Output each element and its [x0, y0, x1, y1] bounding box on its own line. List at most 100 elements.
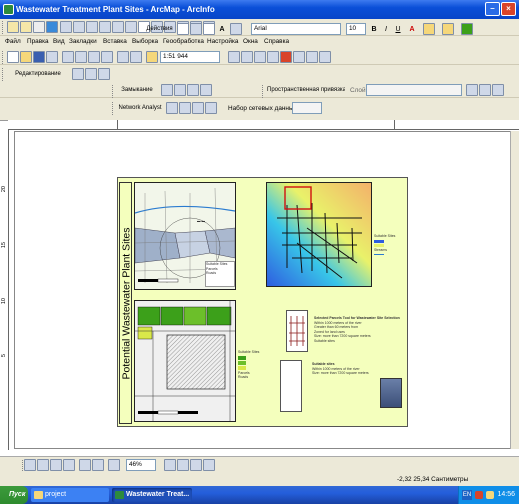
catalog-icon[interactable] [254, 51, 266, 63]
close-button[interactable]: × [501, 2, 516, 16]
italic-button[interactable]: I [381, 23, 391, 36]
map-scale-combo[interactable]: 1:51 944 [160, 51, 220, 63]
data-frame-overview[interactable]: ▬ ▬ Suitable Sites Parcels Roads [134, 182, 236, 290]
search-icon[interactable] [267, 51, 279, 63]
data-driven-pages-icon[interactable] [190, 459, 202, 471]
ruler-tick: 20 [1, 186, 7, 193]
clear-selection-icon[interactable] [125, 21, 137, 33]
new-document-icon[interactable] [7, 51, 19, 63]
fixed-zoom-in-icon[interactable] [60, 21, 72, 33]
paste-icon[interactable] [88, 51, 100, 63]
cut-icon[interactable] [62, 51, 74, 63]
snapping-dropdown[interactable]: Замыкание [116, 84, 158, 97]
minimize-button[interactable]: – [485, 2, 500, 16]
edit-tool-icon[interactable] [72, 68, 84, 80]
menu-windows[interactable]: Окна [243, 37, 258, 47]
text-tool-icon[interactable]: A [216, 23, 228, 36]
select-features-icon[interactable] [112, 21, 124, 33]
data-frame-sites[interactable] [134, 300, 236, 422]
vertical-scrollbar[interactable] [510, 131, 519, 449]
zoom-whole-page-icon[interactable] [24, 459, 36, 471]
georeferencing-dropdown[interactable]: Пространственная привязка [266, 84, 346, 97]
focus-data-frame-icon[interactable] [164, 459, 176, 471]
zoom-in-icon[interactable] [7, 21, 19, 33]
editor-dropdown[interactable]: Редактирование [7, 68, 69, 81]
layer-combo[interactable] [366, 84, 462, 96]
undo-icon[interactable] [117, 51, 129, 63]
edge-snap-icon[interactable] [200, 84, 212, 96]
menu-view[interactable]: Вид [53, 37, 65, 47]
select-arrow-icon[interactable] [177, 23, 189, 35]
marker-color-icon[interactable] [461, 23, 473, 35]
sketch-icon[interactable] [85, 68, 97, 80]
menu-edit[interactable]: Правка [27, 37, 49, 47]
zoom-100-icon[interactable] [63, 459, 75, 471]
change-layout-icon[interactable] [177, 459, 189, 471]
open-icon[interactable] [20, 51, 32, 63]
fill-color-icon[interactable] [423, 23, 435, 35]
bold-button[interactable]: B [369, 23, 379, 36]
task-arcmap[interactable]: Wastewater Treat... [112, 488, 192, 502]
drawing-dropdown[interactable]: Действия [143, 23, 176, 36]
point-snap-icon[interactable] [161, 84, 173, 96]
layout-forward-icon[interactable] [92, 459, 104, 471]
solve-icon[interactable] [205, 102, 217, 114]
full-extent-icon[interactable] [46, 21, 58, 33]
language-indicator[interactable]: EN [462, 490, 472, 500]
start-button[interactable]: Пуск [0, 486, 28, 504]
end-snap-icon[interactable] [174, 84, 186, 96]
forward-icon[interactable] [99, 21, 111, 33]
network-dataset-combo[interactable] [292, 102, 322, 114]
line-color-icon[interactable] [442, 23, 454, 35]
copy-icon[interactable] [75, 51, 87, 63]
toggle-draft-icon[interactable] [108, 459, 120, 471]
menu-help[interactable]: Справка [264, 37, 289, 47]
underline-button[interactable]: U [393, 23, 403, 36]
zoom-out-icon[interactable] [20, 21, 32, 33]
menu-geoprocessing[interactable]: Геообработка [163, 37, 204, 47]
python-icon[interactable] [293, 51, 305, 63]
vertex-snap-icon[interactable] [187, 84, 199, 96]
font-size-combo[interactable]: 10 [346, 23, 366, 35]
editor-toolbar-icon[interactable] [228, 51, 240, 63]
tray-network-icon[interactable] [486, 491, 494, 499]
whats-this-icon[interactable] [319, 51, 331, 63]
network-analyst-dropdown[interactable]: Network Analyst [116, 102, 164, 115]
shift-raster-icon[interactable] [479, 84, 491, 96]
modelbuilder-icon[interactable] [306, 51, 318, 63]
delete-icon[interactable] [101, 51, 113, 63]
menu-selection[interactable]: Выборка [132, 37, 158, 47]
rectangle-icon[interactable] [203, 23, 215, 35]
edit-vertices-icon[interactable] [230, 23, 242, 35]
menu-customize[interactable]: Настройка [207, 37, 238, 47]
font-name-combo[interactable]: Arial [251, 23, 341, 35]
save-icon[interactable] [33, 51, 45, 63]
redo-icon[interactable] [130, 51, 142, 63]
pan-icon[interactable] [33, 21, 45, 33]
layout-options-icon[interactable] [203, 459, 215, 471]
fixed-zoom-out-icon[interactable] [73, 21, 85, 33]
font-color-icon[interactable]: A [405, 23, 419, 36]
layout-zoom-combo[interactable]: 46% [126, 459, 156, 471]
rotate-icon[interactable] [190, 23, 202, 35]
data-frame-elevation[interactable] [266, 182, 372, 287]
menu-file[interactable]: Файл [5, 37, 21, 47]
menu-bookmarks[interactable]: Закладки [69, 37, 97, 47]
print-icon[interactable] [46, 51, 58, 63]
create-network-location-icon[interactable] [179, 102, 191, 114]
select-network-location-icon[interactable] [192, 102, 204, 114]
layout-back-icon[interactable] [79, 459, 91, 471]
tray-app-icon[interactable] [475, 491, 483, 499]
table-of-contents-icon[interactable] [241, 51, 253, 63]
arctoolbox-icon[interactable] [280, 51, 292, 63]
rotate-raster-icon[interactable] [466, 84, 478, 96]
zoom-in-fixed-icon[interactable] [37, 459, 49, 471]
network-analyst-window-icon[interactable] [166, 102, 178, 114]
menu-insert[interactable]: Вставка [103, 37, 127, 47]
map-layout-page[interactable]: Potential Wastewater Plant Sites ▬ ▬ Sui… [117, 177, 408, 427]
add-data-icon[interactable] [146, 51, 158, 63]
attributes-icon[interactable] [98, 68, 110, 80]
add-control-points-icon[interactable] [492, 84, 504, 96]
zoom-out-fixed-icon[interactable] [50, 459, 62, 471]
back-icon[interactable] [86, 21, 98, 33]
